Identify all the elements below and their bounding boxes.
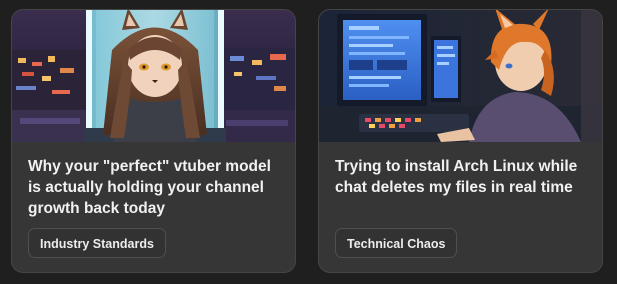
video-thumbnail[interactable] xyxy=(12,10,295,142)
category-tag[interactable]: Industry Standards xyxy=(28,228,166,258)
video-title[interactable]: Trying to install Arch Linux while chat … xyxy=(335,156,590,198)
video-card-grid: Why your "perfect" vtuber model is actua… xyxy=(0,0,617,284)
fox-boy-computer-thumbnail-art xyxy=(319,10,602,142)
category-tag[interactable]: Technical Chaos xyxy=(335,228,458,258)
video-thumbnail[interactable] xyxy=(319,10,602,142)
video-card[interactable]: Why your "perfect" vtuber model is actua… xyxy=(11,9,296,273)
video-card[interactable]: Trying to install Arch Linux while chat … xyxy=(318,9,603,273)
video-title[interactable]: Why your "perfect" vtuber model is actua… xyxy=(28,156,283,219)
fox-girl-thumbnail-art xyxy=(12,10,295,142)
